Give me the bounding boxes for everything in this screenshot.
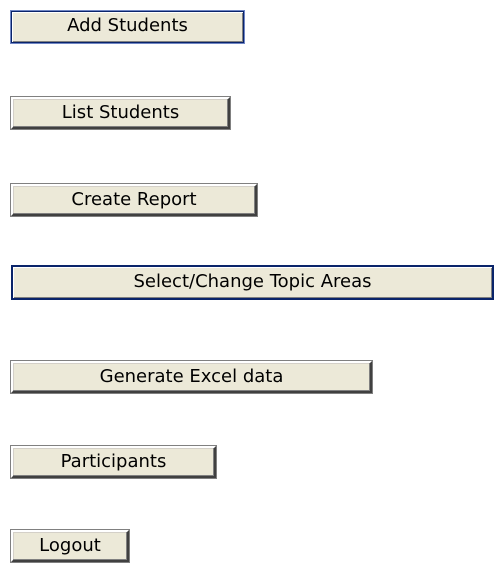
student-menu-page: Add Students List Students Create Report…: [0, 0, 494, 566]
logout-button[interactable]: Logout: [11, 530, 129, 562]
add-students-button[interactable]: Add Students: [11, 11, 244, 43]
select-change-topic-areas-button[interactable]: Select/Change Topic Areas: [11, 265, 494, 300]
create-report-button[interactable]: Create Report: [11, 184, 257, 216]
generate-excel-data-button[interactable]: Generate Excel data: [11, 361, 372, 393]
participants-button[interactable]: Participants: [11, 446, 216, 478]
list-students-button[interactable]: List Students: [11, 97, 230, 129]
